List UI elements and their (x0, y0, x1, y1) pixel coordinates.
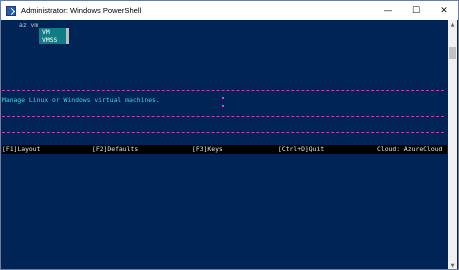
status-defaults: [F2]Defaults (92, 145, 139, 153)
status-quit: [Ctrl+D]Quit (278, 145, 325, 153)
powershell-icon (6, 5, 16, 16)
status-bar: [F1]Layout [F2]Defaults [F3]Keys [Ctrl+D… (2, 145, 447, 154)
vertical-scrollbar[interactable]: ▲ ▼ (448, 20, 457, 269)
status-keys: [F3]Keys (192, 145, 223, 153)
scroll-down-icon[interactable]: ▼ (448, 261, 457, 269)
marker-dot (222, 105, 224, 107)
separator-line (2, 132, 444, 133)
terminal-area[interactable]: az vm VM VMSS Manage Linux or Windows vi… (1, 20, 449, 269)
marker-dot (222, 97, 224, 99)
separator-line (2, 116, 444, 117)
command-description: Manage Linux or Windows virtual machines… (2, 96, 160, 104)
title-bar[interactable]: Administrator: Windows PowerShell — ☐ ✕ (1, 1, 458, 20)
window-controls: — ☐ ✕ (374, 1, 458, 20)
command-input[interactable]: az vm (19, 21, 38, 29)
close-button[interactable]: ✕ (430, 1, 458, 20)
completion-menu[interactable]: VM VMSS (39, 28, 69, 44)
status-cloud: Cloud: AzureCloud (377, 145, 443, 153)
separator-line (2, 90, 444, 91)
scrollbar-thumb[interactable] (449, 47, 456, 59)
maximize-button[interactable]: ☐ (402, 1, 430, 20)
completion-item-vmss[interactable]: VMSS (39, 36, 66, 44)
window-title: Administrator: Windows PowerShell (21, 6, 142, 15)
minimize-button[interactable]: — (374, 1, 402, 20)
status-layout: [F1]Layout (2, 145, 41, 153)
completion-item-vm[interactable]: VM (39, 28, 66, 36)
powershell-window: Administrator: Windows PowerShell — ☐ ✕ … (0, 0, 459, 270)
scroll-up-icon[interactable]: ▲ (448, 20, 457, 29)
